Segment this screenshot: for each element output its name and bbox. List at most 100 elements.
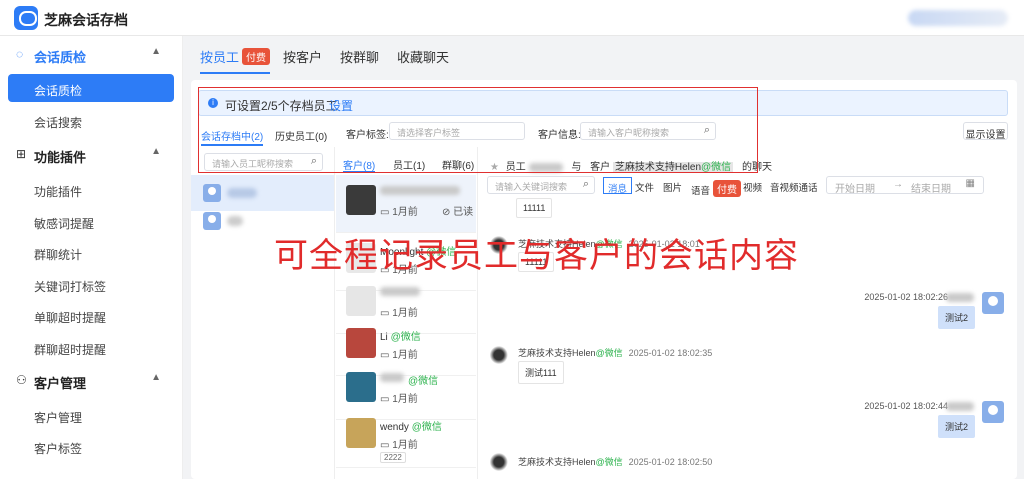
sender-avatar [490,345,512,365]
customer-item[interactable]: wendy @微信 ▭ 1月前 2222 [336,408,476,468]
user-icon: ⚇ [16,373,27,387]
tab-employees[interactable]: 员工(1) [393,157,425,172]
customer-name-blurred [380,373,404,382]
customer-avatar [346,328,376,358]
chevron-up-icon: ▲ [151,372,161,383]
message-time: 2025-01-02 18:02:26 [864,292,948,302]
chevron-up-icon: ▲ [151,46,161,57]
customer-name-blurred [380,287,420,296]
info-icon: i [208,98,218,108]
customer-avatar [346,185,376,215]
annotation-text: 可全程记录员工与客户的会话内容 [274,236,799,276]
sidebar-section-plugins[interactable]: ⊞ 功能插件 ▲ [0,136,183,172]
customer-avatar [346,372,376,402]
start-date: 开始日期 [835,184,875,195]
avatar [203,212,221,230]
sidebar-item-customer-tags[interactable]: 客户标签 [8,432,174,460]
sidebar-item-group-timeout[interactable]: 群聊超时提醒 [8,333,174,361]
sidebar-section-quality[interactable]: ◌ 会话质检 ▲ [0,36,183,72]
customer-avatar [346,286,376,316]
info-filter-label: 客户信息: [538,130,581,141]
customer-item[interactable]: ▭ 1月前 ⊘ 已读 [336,175,476,233]
filter-video[interactable]: 视频 [739,177,766,194]
tab-groups[interactable]: 群聊(6) [442,157,474,172]
employee-name-blurred [227,216,243,226]
calendar-icon: ▦ [965,178,975,189]
sidebar: ◌ 会话质检 ▲ 会话质检 会话搜索 ⊞ 功能插件 ▲ 功能插件 敏感词提醒 群… [0,36,183,479]
chevron-up-icon: ▲ [151,146,161,157]
message-search-input[interactable]: 请输入关键词搜索 ⌕ [487,176,595,194]
tag-filter-label: 客户标签: [346,130,389,141]
settings-link[interactable]: 设置 [329,97,353,114]
message-bubble: 测试2 [938,415,976,438]
tab-customers[interactable]: 客户(8) [343,157,376,173]
divider [477,147,478,479]
sidebar-item-quality[interactable]: 会话质检 [8,74,174,102]
chat-icon: ◌ [16,47,24,61]
sidebar-section-label: 会话质检 [34,50,87,65]
placeholder: 请选择客户标签 [397,128,461,138]
placeholder: 请输入员工昵称搜索 [212,159,294,169]
customer-search-input[interactable]: 请输入客户昵称搜索 ⌕ [580,122,716,140]
display-settings-button[interactable]: 显示设置 [963,122,1008,141]
sender-name-blurred [946,402,974,411]
tag-select[interactable]: 请选择客户标签 [389,122,525,140]
tab-favorites[interactable]: 收藏聊天 [397,47,449,66]
top-tabs: 按员工 付费 按客户 按群聊 收藏聊天 [184,36,1024,74]
arrow-icon: → [893,179,903,190]
filter-voice[interactable]: 语音 付费 [687,177,745,197]
tab-archiving[interactable]: 会话存档中(2) [201,128,264,146]
notice-bar: i 可设置2/5个存档员工 设置 [198,90,1008,116]
sidebar-item-plugins[interactable]: 功能插件 [8,175,174,203]
customer-name-blurred [380,186,460,195]
employee-name-blurred [227,188,257,198]
sidebar-section-label: 功能插件 [34,150,87,165]
divider [334,147,335,479]
top-bar: 芝麻会话存档 [0,0,1024,36]
tab-by-customer[interactable]: 按客户 [283,47,322,66]
search-icon: ⌕ [703,124,710,136]
message-sender: 芝麻技术支持Helen@微信 2025-01-02 18:02:35 [518,348,713,358]
grid-icon: ⊞ [16,147,27,161]
filter-images[interactable]: 图片 [659,177,686,194]
message-sender: 芝麻技术支持Helen@微信 2025-01-02 18:02:50 [518,457,713,467]
filter-av-call[interactable]: 音视频通话 [766,177,822,194]
sidebar-item-single-timeout[interactable]: 单聊超时提醒 [8,301,174,329]
tab-history-employees[interactable]: 历史员工(0) [275,128,327,143]
tab-by-group[interactable]: 按群聊 [340,47,379,66]
sidebar-item-sensitive[interactable]: 敏感词提醒 [8,207,174,235]
message-time: ▭ 1月前 [380,308,418,319]
message-time: ▭ 1月前 [380,394,418,405]
customer-label: 2222 [380,452,406,463]
my-avatar [982,292,1004,314]
app-title: 芝麻会话存档 [44,12,128,28]
search-icon: ⌕ [310,155,317,167]
sidebar-item-keyword-tag[interactable]: 关键词打标签 [8,270,174,298]
sidebar-item-search[interactable]: 会话搜索 [8,106,174,134]
read-status: ⊘ 已读 [442,207,474,218]
end-date: 结束日期 [911,184,951,195]
customer-name: @微信 [408,376,439,387]
sidebar-item-customer-mgmt[interactable]: 客户管理 [8,401,174,429]
message-bubble: 测试2 [938,306,976,329]
employee-search-input[interactable]: 请输入员工昵称搜索 ⌕ [204,153,323,171]
avatar [203,184,221,202]
search-icon: ⌕ [582,178,589,190]
star-icon[interactable]: ★ [490,162,499,173]
tab-label: 按员工 [200,50,240,65]
message-time: ▭ 1月前 [380,207,418,218]
message-bubble: 测试111 [518,361,564,384]
filter-messages[interactable]: 消息 [603,177,633,195]
message-time: ▭ 1月前 [380,440,418,451]
message-time: ▭ 1月前 [380,350,418,361]
date-range-picker[interactable]: 开始日期 → 结束日期 ▦ [826,176,984,195]
placeholder: 请输入关键词搜索 [495,182,568,192]
tab-by-employee[interactable]: 按员工 付费 [200,47,271,74]
sidebar-item-group-stats[interactable]: 群聊统计 [8,238,174,266]
user-account[interactable] [908,10,1008,26]
paid-badge: 付费 [713,180,742,197]
sidebar-section-customers[interactable]: ⚇ 客户管理 ▲ [0,362,183,398]
filter-files[interactable]: 文件 [631,177,658,194]
message-time: 2025-01-02 18:02:44 [864,401,948,411]
customer-avatar [346,418,376,448]
